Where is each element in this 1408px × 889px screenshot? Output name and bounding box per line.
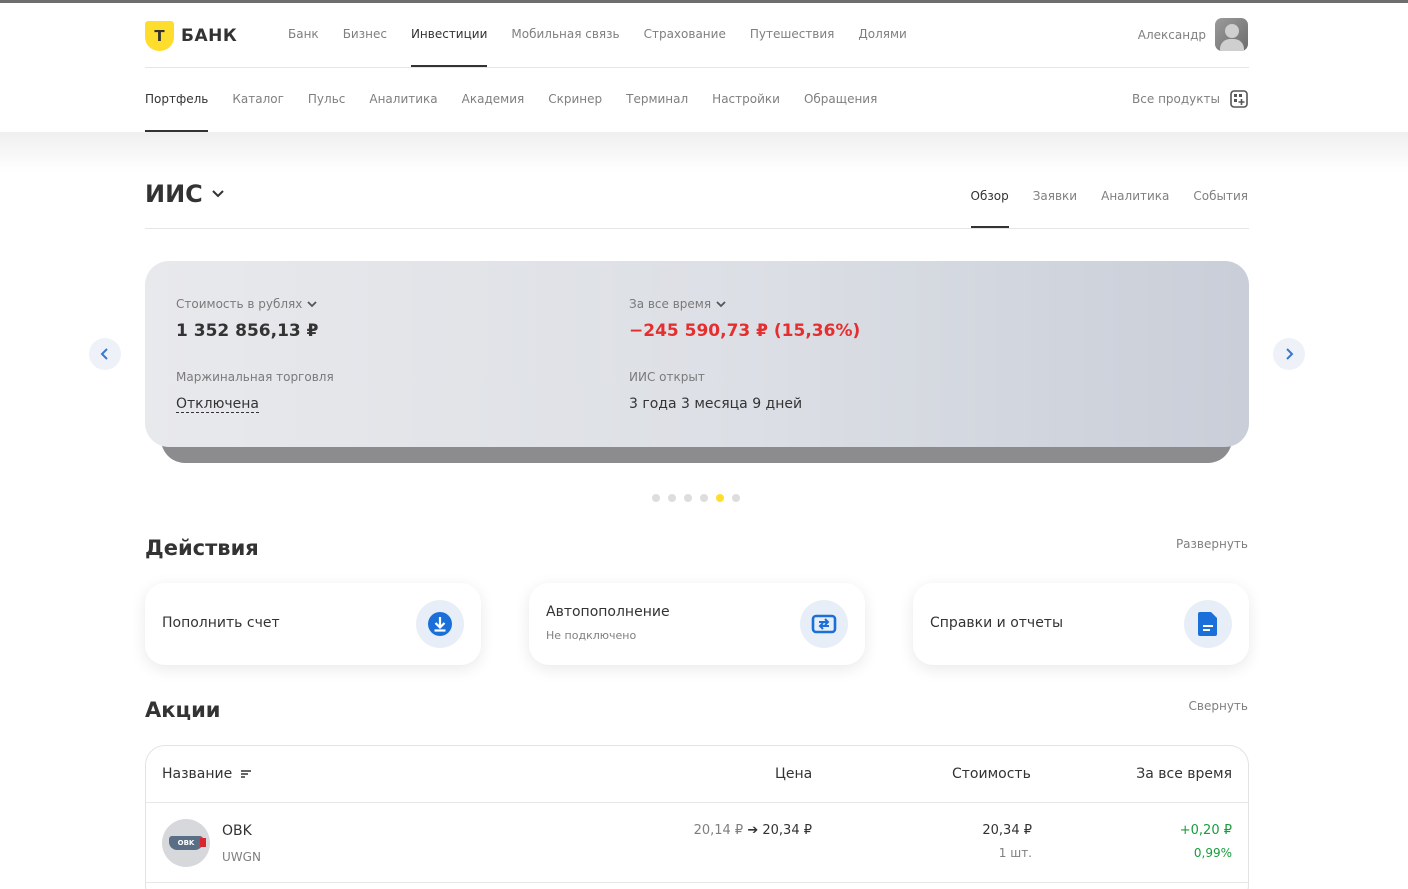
carousel-dot[interactable] xyxy=(652,494,660,502)
sub-nav-pulse[interactable]: Пульс xyxy=(308,68,345,132)
tab-events[interactable]: События xyxy=(1193,170,1248,228)
user-name: Александр xyxy=(1137,27,1206,42)
account-title: ИИС xyxy=(145,180,203,208)
sort-by-name[interactable]: Название xyxy=(162,766,252,782)
document-icon xyxy=(1184,600,1232,648)
column-name: Название xyxy=(162,766,233,782)
sub-nav-analytics[interactable]: Аналитика xyxy=(369,68,437,132)
table-row[interactable]: OBK OBK UWGN 20,14 ₽ ➔ 20,34 ₽ 20,34 ₽ 1… xyxy=(146,803,1248,883)
top-nav-insurance[interactable]: Страхование xyxy=(644,3,726,67)
sub-nav-requests[interactable]: Обращения xyxy=(804,68,877,132)
tab-analytics[interactable]: Аналитика xyxy=(1101,170,1169,228)
column-alltime[interactable]: За все время xyxy=(1136,766,1232,782)
margin-status: Отключена xyxy=(176,396,259,413)
stock-qty: 1 шт. xyxy=(998,846,1032,860)
sub-nav-portfolio[interactable]: Портфель xyxy=(145,68,209,132)
user-menu[interactable]: Александр xyxy=(1138,18,1248,51)
account-divider xyxy=(145,228,1249,229)
column-value[interactable]: Стоимость xyxy=(952,766,1031,782)
carousel-next-button[interactable] xyxy=(1273,338,1305,370)
carousel-prev-button[interactable] xyxy=(89,338,121,370)
top-nav-business[interactable]: Бизнес xyxy=(343,3,387,67)
top-nav-mobile[interactable]: Мобильная связь xyxy=(511,3,619,67)
chevron-right-icon xyxy=(1286,348,1294,360)
portfolio-value: 1 352 856,13 ₽ xyxy=(176,321,319,341)
sub-nav-academy[interactable]: Академия xyxy=(462,68,525,132)
period-selector[interactable]: За все время xyxy=(629,297,726,311)
stock-price: 20,14 ₽ ➔ 20,34 ₽ xyxy=(694,823,812,838)
obk-logo-icon: OBK xyxy=(169,836,206,850)
sub-nav-screener[interactable]: Скринер xyxy=(548,68,602,132)
sub-nav: Портфель Каталог Пульс Аналитика Академи… xyxy=(145,68,901,132)
arrow-right-icon: ➔ xyxy=(747,823,759,838)
action-title: Пополнить счет xyxy=(162,615,280,631)
sub-nav-terminal[interactable]: Терминал xyxy=(626,68,688,132)
value-currency-selector[interactable]: Стоимость в рублях xyxy=(176,297,318,311)
company-logo: OBK xyxy=(162,819,210,867)
repeat-icon xyxy=(800,600,848,648)
action-top-up[interactable]: Пополнить счет xyxy=(145,583,481,665)
margin-label: Маржинальная торговля xyxy=(176,370,334,384)
bank-logo[interactable]: Т БАНК xyxy=(145,21,237,51)
sub-nav-catalog[interactable]: Каталог xyxy=(232,68,284,132)
stock-name: OBK xyxy=(222,823,252,839)
grid-plus-icon xyxy=(1230,90,1248,108)
top-nav-investments[interactable]: Инвестиции xyxy=(410,3,488,67)
all-products-label: Все продукты xyxy=(1132,92,1220,106)
stocks-table: Название Цена Стоимость За все время OBK… xyxy=(145,745,1249,889)
carousel-dots xyxy=(652,494,748,502)
sub-nav-settings[interactable]: Настройки xyxy=(712,68,780,132)
action-title: Справки и отчеты xyxy=(930,615,1064,631)
header: Т БАНК Банк Бизнес Инвестиции Мобильная … xyxy=(0,3,1408,132)
header-shadow xyxy=(0,132,1408,172)
stock-ticker: UWGN xyxy=(222,850,261,864)
logo-text: БАНК xyxy=(181,26,238,46)
margin-status-link[interactable]: Отключена xyxy=(176,396,259,413)
tab-overview[interactable]: Обзор xyxy=(970,170,1009,228)
carousel-dot[interactable] xyxy=(668,494,676,502)
logo-shield-icon: Т xyxy=(145,21,174,51)
price-to: 20,34 ₽ xyxy=(762,823,812,838)
top-nav-travel[interactable]: Путешествия xyxy=(750,3,835,67)
stock-value: 20,34 ₽ xyxy=(982,823,1032,838)
action-title: Автопополнение xyxy=(546,604,670,620)
top-nav-bank[interactable]: Банк xyxy=(288,3,319,67)
chevron-left-icon xyxy=(100,348,108,360)
chevron-down-icon xyxy=(212,190,224,198)
top-nav-dolyami[interactable]: Долями xyxy=(858,3,906,67)
price-from: 20,14 ₽ xyxy=(693,823,744,838)
chevron-down-icon xyxy=(307,300,318,307)
account-tabs: Обзор Заявки Аналитика События xyxy=(947,170,1248,228)
tab-orders[interactable]: Заявки xyxy=(1033,170,1077,228)
chevron-down-icon xyxy=(716,300,726,307)
stock-change-pct: 0,99% xyxy=(1193,846,1232,860)
summary-card: Стоимость в рублях 1 352 856,13 ₽ За все… xyxy=(145,261,1249,447)
carousel-dot[interactable] xyxy=(732,494,740,502)
table-header: Название Цена Стоимость За все время xyxy=(146,746,1248,803)
sort-icon xyxy=(241,770,252,778)
action-subtitle: Не подключено xyxy=(546,629,637,642)
opened-label: ИИС открыт xyxy=(629,370,705,384)
column-price[interactable]: Цена xyxy=(775,766,812,782)
top-nav: Банк Бизнес Инвестиции Мобильная связь С… xyxy=(288,3,931,67)
download-icon xyxy=(416,600,464,648)
alltime-return: −245 590,73 ₽ (15,36%) xyxy=(629,321,861,341)
period-label: За все время xyxy=(629,297,712,311)
stock-change: +0,20 ₽ xyxy=(1179,823,1232,838)
carousel-dot[interactable] xyxy=(684,494,692,502)
account-selector[interactable]: ИИС xyxy=(145,180,225,208)
carousel-dot[interactable] xyxy=(716,494,724,502)
action-auto-top-up[interactable]: Автопополнение Не подключено xyxy=(529,583,865,665)
opened-duration: 3 года 3 месяца 9 дней xyxy=(629,396,803,412)
avatar[interactable] xyxy=(1215,18,1248,51)
action-reports[interactable]: Справки и отчеты xyxy=(913,583,1249,665)
collapse-stocks-link[interactable]: Свернуть xyxy=(1189,699,1248,713)
actions-title: Действия xyxy=(145,536,259,560)
carousel-dot[interactable] xyxy=(700,494,708,502)
value-label: Стоимость в рублях xyxy=(176,297,303,311)
all-products-button[interactable]: Все продукты xyxy=(1132,90,1248,108)
stocks-title: Акции xyxy=(145,698,221,722)
expand-actions-link[interactable]: Развернуть xyxy=(1176,537,1248,551)
